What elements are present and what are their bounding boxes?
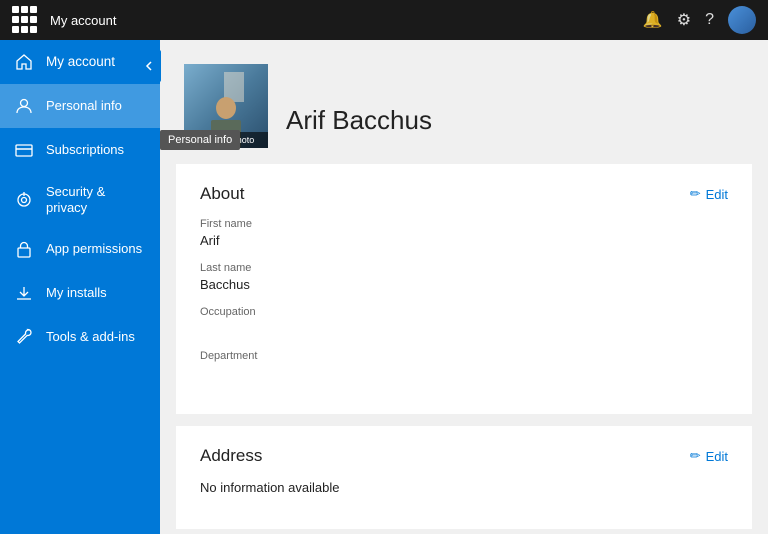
profile-header: Change photo Arif Bacchus (160, 40, 768, 164)
sidebar-item-security-privacy[interactable]: Security & privacy (0, 172, 160, 227)
home-icon (14, 52, 34, 72)
help-icon[interactable]: ? (705, 11, 714, 29)
sidebar-item-my-account[interactable]: My account (0, 40, 160, 84)
lastname-value: Bacchus (200, 277, 728, 292)
shield-icon (14, 190, 34, 210)
profile-name: Arif Bacchus (286, 105, 432, 148)
sidebar: My account Personal info Subscriptions (0, 40, 160, 534)
download-icon (14, 283, 34, 303)
topbar-actions: 🔔 ⚙ ? (643, 6, 756, 34)
user-avatar[interactable] (728, 6, 756, 34)
topbar: My account 🔔 ⚙ ? (0, 0, 768, 40)
sidebar-item-subscriptions[interactable]: Subscriptions (0, 128, 160, 172)
edit-pencil-icon: ✏ (690, 186, 701, 202)
about-title: About (200, 184, 244, 204)
sidebar-item-personal-info[interactable]: Personal info (0, 84, 160, 128)
occupation-value (200, 321, 728, 336)
notifications-icon[interactable]: 🔔 (643, 10, 663, 30)
department-field: Department (200, 350, 728, 380)
about-card: About ✏ Edit First name Arif Last name B… (176, 164, 752, 414)
address-title: Address (200, 446, 262, 466)
address-card: Address ✏ Edit No information available (176, 426, 752, 529)
about-edit-button[interactable]: ✏ Edit (690, 186, 728, 202)
firstname-label: First name (200, 218, 728, 230)
app-title: My account (50, 13, 643, 28)
lastname-label: Last name (200, 262, 728, 274)
person-icon (14, 96, 34, 116)
department-label: Department (200, 350, 728, 362)
occupation-label: Occupation (200, 306, 728, 318)
address-edit-icon: ✏ (690, 448, 701, 464)
card-icon (14, 140, 34, 160)
settings-icon[interactable]: ⚙ (677, 10, 691, 30)
wrench-icon (14, 327, 34, 347)
content-area: Personal info (160, 40, 768, 534)
address-edit-button[interactable]: ✏ Edit (690, 448, 728, 464)
sidebar-collapse-button[interactable] (137, 50, 161, 82)
apps-icon[interactable] (12, 6, 40, 34)
sidebar-item-my-installs[interactable]: My installs (0, 271, 160, 315)
address-no-info: No information available (200, 480, 728, 495)
main-layout: My account Personal info Subscriptions (0, 40, 768, 534)
lastname-field: Last name Bacchus (200, 262, 728, 292)
firstname-value: Arif (200, 233, 728, 248)
no-info-label: No information available (200, 480, 728, 495)
address-card-header: Address ✏ Edit (200, 446, 728, 466)
sidebar-item-app-permissions[interactable]: App permissions (0, 227, 160, 271)
department-value (200, 365, 728, 380)
firstname-field: First name Arif (200, 218, 728, 248)
personal-info-tooltip: Personal info (160, 130, 240, 150)
about-card-header: About ✏ Edit (200, 184, 728, 204)
sidebar-item-tools-addins[interactable]: Tools & add-ins (0, 315, 160, 359)
lock-icon (14, 239, 34, 259)
occupation-field: Occupation (200, 306, 728, 336)
